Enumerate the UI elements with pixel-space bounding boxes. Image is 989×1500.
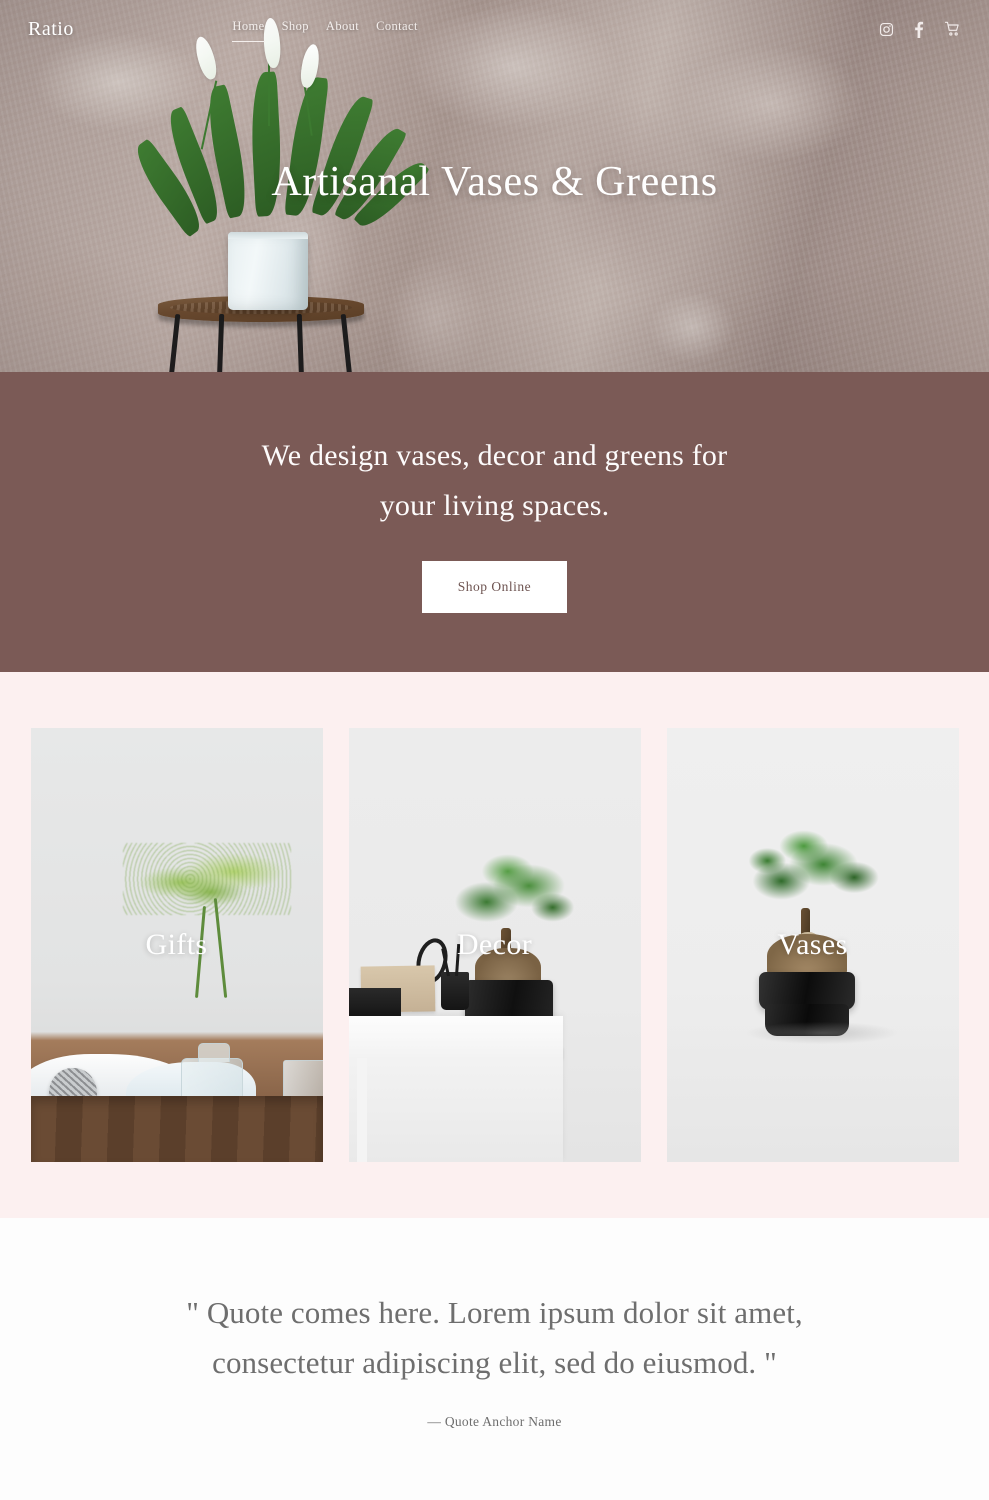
category-card-gifts[interactable]: Gifts bbox=[30, 728, 323, 1162]
facebook-icon[interactable] bbox=[914, 21, 924, 38]
pot-shadow-graphic bbox=[746, 1022, 897, 1044]
category-card-decor[interactable]: Decor bbox=[348, 728, 641, 1162]
nav-links: Home Shop About Contact bbox=[232, 19, 418, 42]
black-box-graphic bbox=[348, 988, 401, 1016]
nav-icon-group bbox=[879, 21, 961, 38]
category-label-vases: Vases bbox=[777, 928, 848, 961]
white-desk-graphic bbox=[348, 1016, 563, 1162]
nav-item-about[interactable]: About bbox=[326, 19, 359, 39]
nav-item-contact[interactable]: Contact bbox=[376, 19, 418, 39]
nav-item-home[interactable]: Home bbox=[232, 19, 265, 42]
category-label-decor: Decor bbox=[456, 928, 533, 961]
bonsai-canopy-graphic bbox=[446, 848, 579, 938]
tagline-text: We design vases, decor and greens for yo… bbox=[262, 431, 728, 532]
instagram-icon[interactable] bbox=[879, 22, 894, 37]
cart-icon[interactable] bbox=[944, 21, 961, 37]
site-logo[interactable]: Ratio bbox=[28, 18, 74, 41]
quote-line-2: consectetur adipiscing elit, sed do eius… bbox=[212, 1345, 777, 1380]
tagline-line-2: your living spaces. bbox=[379, 489, 610, 522]
pen-cup-graphic bbox=[440, 972, 469, 1010]
hero-title: Artisanal Vases & Greens bbox=[271, 159, 718, 205]
landing-page: Ratio Home Shop About Contact Artisanal … bbox=[0, 0, 989, 1500]
nav-item-shop[interactable]: Shop bbox=[282, 19, 309, 39]
tagline-line-1: We design vases, decor and greens for bbox=[261, 438, 728, 472]
tagline-section: We design vases, decor and greens for yo… bbox=[0, 372, 989, 672]
wooden-table-graphic bbox=[30, 1096, 323, 1162]
quote-anchor-name: — Quote Anchor Name bbox=[427, 1414, 562, 1430]
hero-section: Ratio Home Shop About Contact Artisanal … bbox=[0, 0, 989, 372]
quote-text: " Quote comes here. Lorem ipsum dolor si… bbox=[186, 1288, 803, 1388]
quote-section: " Quote comes here. Lorem ipsum dolor si… bbox=[0, 1218, 989, 1500]
shop-online-button[interactable]: Shop Online bbox=[422, 561, 567, 614]
green-flower-graphic bbox=[122, 843, 291, 915]
category-cards-section: Gifts Decor Vases bbox=[0, 672, 989, 1218]
bonsai-canopy-graphic bbox=[744, 824, 885, 916]
category-card-vases[interactable]: Vases bbox=[666, 728, 959, 1162]
quote-line-1: " Quote comes here. Lorem ipsum dolor si… bbox=[186, 1294, 803, 1330]
category-label-gifts: Gifts bbox=[145, 928, 208, 961]
main-navigation: Ratio Home Shop About Contact bbox=[0, 0, 989, 58]
